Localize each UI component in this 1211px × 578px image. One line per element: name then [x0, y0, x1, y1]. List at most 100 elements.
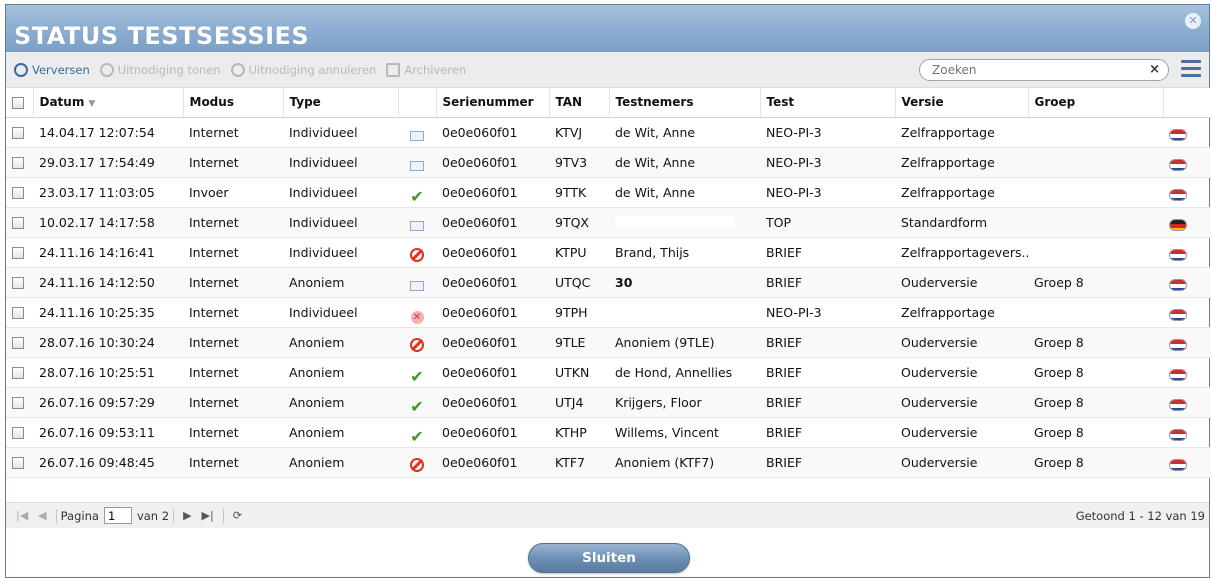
cell-test: NEO-PI-3	[760, 147, 895, 178]
cancel-invite-button[interactable]: Uitnodiging annuleren	[230, 62, 376, 77]
cell-status	[398, 237, 436, 268]
table-row[interactable]: 26.07.16 09:48:45 Internet Anoniem 0e0e060f…	[6, 447, 1211, 478]
cell-serienummer: 0e0e060f01	[436, 327, 549, 358]
cell-groep	[1028, 207, 1163, 238]
page-of-label: van 2	[136, 508, 170, 523]
check-icon: ✔	[410, 366, 424, 386]
mail-icon	[410, 155, 424, 171]
refresh-page-icon[interactable]: ⟳	[233, 509, 242, 522]
first-page-icon[interactable]: |◀	[16, 509, 28, 522]
menu-icon[interactable]	[1181, 60, 1201, 78]
cell-datum: 24.11.16 10:25:35	[33, 297, 183, 328]
table-row[interactable]: 26.07.16 09:53:11 Internet Anoniem ✔ 0e0e060…	[6, 417, 1211, 448]
x-icon: ✕	[410, 304, 424, 324]
close-icon[interactable]: ✕	[1185, 13, 1201, 29]
cell-language	[1163, 117, 1211, 148]
cancel-icon	[230, 62, 245, 77]
archive-button[interactable]: Archiveren	[386, 62, 466, 77]
select-all-checkbox[interactable]	[12, 96, 24, 109]
row-checkbox[interactable]	[12, 397, 24, 409]
flag-icon	[1169, 275, 1187, 291]
table-row[interactable]: 14.04.17 12:07:54 Internet Individueel 0e0e…	[6, 117, 1211, 148]
pager-divider	[55, 508, 57, 523]
table-row[interactable]: 10.02.17 14:17:58 Internet Individueel 0e0e…	[6, 207, 1211, 238]
row-checkbox[interactable]	[12, 457, 24, 469]
row-checkbox[interactable]	[12, 367, 24, 379]
invite-icon	[99, 62, 114, 77]
cell-test: BRIEF	[760, 387, 895, 418]
row-checkbox[interactable]	[12, 307, 24, 319]
flag-icon	[1169, 155, 1187, 171]
block-icon	[410, 246, 424, 262]
cell-testnemers: 30	[609, 267, 760, 298]
col-datum[interactable]: Datum ▼	[33, 88, 184, 118]
cell-modus: Internet	[183, 327, 283, 358]
table-row[interactable]: 28.07.16 10:30:24 Internet Anoniem 0e0e060f…	[6, 327, 1211, 358]
cell-test: TOP	[760, 207, 895, 238]
row-checkbox-cell	[6, 117, 33, 148]
col-testnemers[interactable]: Testnemers	[609, 88, 761, 118]
cell-type: Anoniem	[283, 387, 398, 418]
cell-testnemers: Krijgers, Floor	[609, 387, 760, 418]
search-input[interactable]	[930, 62, 1130, 78]
cell-versie: Ouderversie	[895, 447, 1028, 478]
close-button[interactable]: Sluiten	[528, 543, 690, 573]
cell-modus: Internet	[183, 357, 283, 388]
refresh-button[interactable]: Verversen	[14, 62, 90, 77]
page-number-input[interactable]	[103, 507, 132, 524]
cell-modus: Internet	[183, 237, 283, 268]
toolbar: Verversen Uitnodiging tonen Uitnodiging …	[6, 52, 1209, 88]
col-status[interactable]	[398, 88, 437, 118]
table-row[interactable]: 24.11.16 10:25:35 Internet Individueel ✕ 0e0…	[6, 297, 1211, 328]
cell-datum: 29.03.17 17:54:49	[33, 147, 183, 178]
cell-datum: 26.07.16 09:48:45	[33, 447, 183, 478]
next-page-icon[interactable]: ▶	[183, 509, 191, 522]
row-checkbox[interactable]	[12, 277, 24, 289]
cell-versie: Ouderversie	[895, 357, 1028, 388]
show-invite-button[interactable]: Uitnodiging tonen	[99, 62, 221, 77]
row-checkbox[interactable]	[12, 127, 24, 139]
status-testsessies-dialog: STATUS TESTSESSIES ✕ Verversen Uitnodigi…	[5, 4, 1211, 578]
cell-language	[1163, 387, 1211, 418]
col-groep[interactable]: Groep	[1028, 88, 1164, 118]
cell-modus: Internet	[183, 207, 283, 238]
row-checkbox[interactable]	[12, 427, 24, 439]
cell-tan: KTF7	[549, 447, 609, 478]
cell-versie: Zelfrapportage	[895, 177, 1028, 208]
testnemer-name: 30	[615, 274, 633, 290]
row-checkbox-cell	[6, 177, 33, 208]
cell-modus: Invoer	[183, 177, 283, 208]
col-testnemers-label: Testnemers	[615, 95, 694, 110]
col-type[interactable]: Type	[283, 88, 399, 118]
dialog-title: STATUS TESTSESSIES	[14, 22, 310, 50]
col-tan[interactable]: TAN	[549, 88, 610, 118]
flag-icon	[1169, 185, 1187, 201]
prev-page-icon[interactable]: ◀	[38, 509, 46, 522]
clear-search-icon[interactable]: ×	[1149, 62, 1160, 77]
check-icon: ✔	[410, 186, 424, 206]
table-row[interactable]: 24.11.16 14:12:50 Internet Anoniem 0e0e060f…	[6, 267, 1211, 298]
cell-type: Anoniem	[283, 327, 398, 358]
row-checkbox[interactable]	[12, 217, 24, 229]
col-serienummer[interactable]: Serienummer	[436, 88, 550, 118]
flag-icon	[1169, 215, 1187, 231]
table-row[interactable]: 24.11.16 14:16:41 Internet Individueel 0e0e…	[6, 237, 1211, 268]
last-page-icon[interactable]: ▶|	[202, 509, 214, 522]
col-test[interactable]: Test	[760, 88, 896, 118]
table-row[interactable]: 29.03.17 17:54:49 Internet Individueel 0e0e…	[6, 147, 1211, 178]
table-row[interactable]: 26.07.16 09:57:29 Internet Anoniem ✔ 0e0e060…	[6, 387, 1211, 418]
table-row[interactable]: 23.03.17 11:03:05 Invoer Individueel ✔ 0e0e0…	[6, 177, 1211, 208]
row-checkbox[interactable]	[12, 247, 24, 259]
cell-tan: KTVJ	[549, 117, 609, 148]
col-versie[interactable]: Versie	[895, 88, 1029, 118]
table-row[interactable]: 28.07.16 10:25:51 Internet Anoniem ✔ 0e0e060…	[6, 357, 1211, 388]
archive-icon	[386, 62, 401, 77]
cell-status	[398, 447, 436, 478]
cell-test: NEO-PI-3	[760, 297, 895, 328]
row-checkbox[interactable]	[12, 157, 24, 169]
testnemer-name: de Wit, Anne	[615, 154, 696, 170]
row-checkbox-cell	[6, 447, 33, 478]
col-modus[interactable]: Modus	[183, 88, 284, 118]
row-checkbox[interactable]	[12, 187, 24, 199]
row-checkbox[interactable]	[12, 337, 24, 349]
